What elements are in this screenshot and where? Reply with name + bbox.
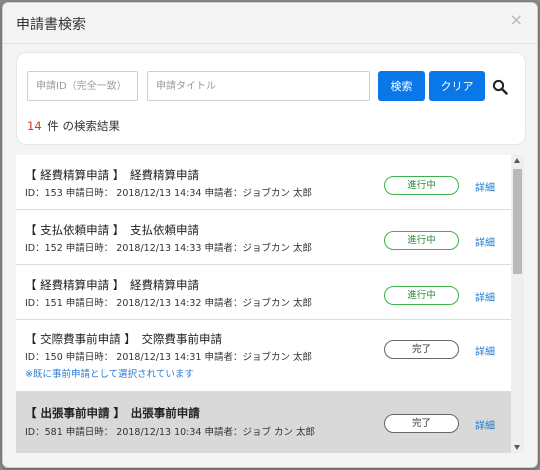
result-list: 【 経費精算申請 】 経費精算申請 ID：153 申請日時： 2018/12/1… [16, 155, 511, 453]
list-item[interactable]: 【 経費精算申請 】 経費精算申請 ID：151 申請日時： 2018/12/1… [16, 265, 511, 320]
result-count-suffix: 件 の検索結果 [47, 119, 120, 133]
status-badge: 完了 [384, 340, 459, 359]
status-badge: 進行中 [384, 176, 459, 195]
clear-button[interactable]: クリア [429, 71, 485, 101]
scroll-up-arrow-icon[interactable] [514, 158, 520, 163]
item-meta: ID：152 申請日時： 2018/12/13 14:33 申請者：ジョブカン … [25, 243, 312, 254]
detail-link[interactable]: 詳細 [475, 417, 495, 432]
status-badge: 進行中 [384, 231, 459, 250]
list-item[interactable]: 【 支払依頼申請 】 支払依頼申請 ID：152 申請日時： 2018/12/1… [16, 210, 511, 265]
search-button[interactable]: 検索 [378, 71, 425, 101]
status-badge: 進行中 [384, 286, 459, 305]
status-badge: 完了 [384, 414, 459, 433]
list-item-selected[interactable]: 【 出張事前申請 】 出張事前申請 ID：581 申請日時： 2018/12/1… [16, 392, 511, 453]
scroll-down-arrow-icon[interactable] [514, 445, 520, 450]
item-title: 【 経費精算申請 】 経費精算申請 [25, 168, 200, 182]
dialog-header: 申請書検索 × [3, 3, 537, 44]
item-title: 【 支払依頼申請 】 支払依頼申請 [25, 223, 200, 237]
detail-link[interactable]: 詳細 [475, 234, 495, 249]
result-list-scrollbar[interactable] [511, 155, 524, 453]
detail-link[interactable]: 詳細 [475, 289, 495, 304]
close-icon[interactable]: × [510, 12, 523, 28]
item-title: 【 出張事前申請 】 出張事前申請 [25, 406, 200, 420]
dialog-title: 申請書検索 [16, 17, 86, 33]
list-item[interactable]: 【 交際費事前申請 】 交際費事前申請 ID：150 申請日時： 2018/12… [16, 320, 511, 392]
scrollbar-thumb[interactable] [513, 169, 522, 274]
detail-link[interactable]: 詳細 [475, 343, 495, 358]
application-search-dialog: 申請書検索 × 検索 クリア 14 件 の検索結果 【 経費精算申請 】 経費精… [2, 2, 538, 468]
item-title: 【 交際費事前申請 】 交際費事前申請 [25, 332, 223, 346]
item-meta: ID：151 申請日時： 2018/12/13 14:32 申請者：ジョブカン … [25, 298, 312, 309]
result-count: 14 件 の検索結果 [27, 118, 120, 134]
item-meta: ID：150 申請日時： 2018/12/13 14:31 申請者：ジョブカン … [25, 352, 312, 363]
result-count-number: 14 [27, 119, 42, 133]
detail-link[interactable]: 詳細 [475, 179, 495, 194]
search-icon[interactable] [492, 79, 508, 95]
application-id-input[interactable] [27, 71, 138, 101]
list-item[interactable]: 【 経費精算申請 】 経費精算申請 ID：153 申請日時： 2018/12/1… [16, 155, 511, 210]
item-meta: ID：581 申請日時： 2018/12/13 10:34 申請者：ジョブ カン… [25, 427, 316, 438]
item-title: 【 経費精算申請 】 経費精算申請 [25, 278, 200, 292]
item-meta: ID：153 申請日時： 2018/12/13 14:34 申請者：ジョブカン … [25, 188, 312, 199]
application-title-input[interactable] [147, 71, 370, 101]
item-note: ※既に事前申請として選択されています [25, 369, 194, 380]
search-panel: 検索 クリア 14 件 の検索結果 [16, 52, 526, 145]
